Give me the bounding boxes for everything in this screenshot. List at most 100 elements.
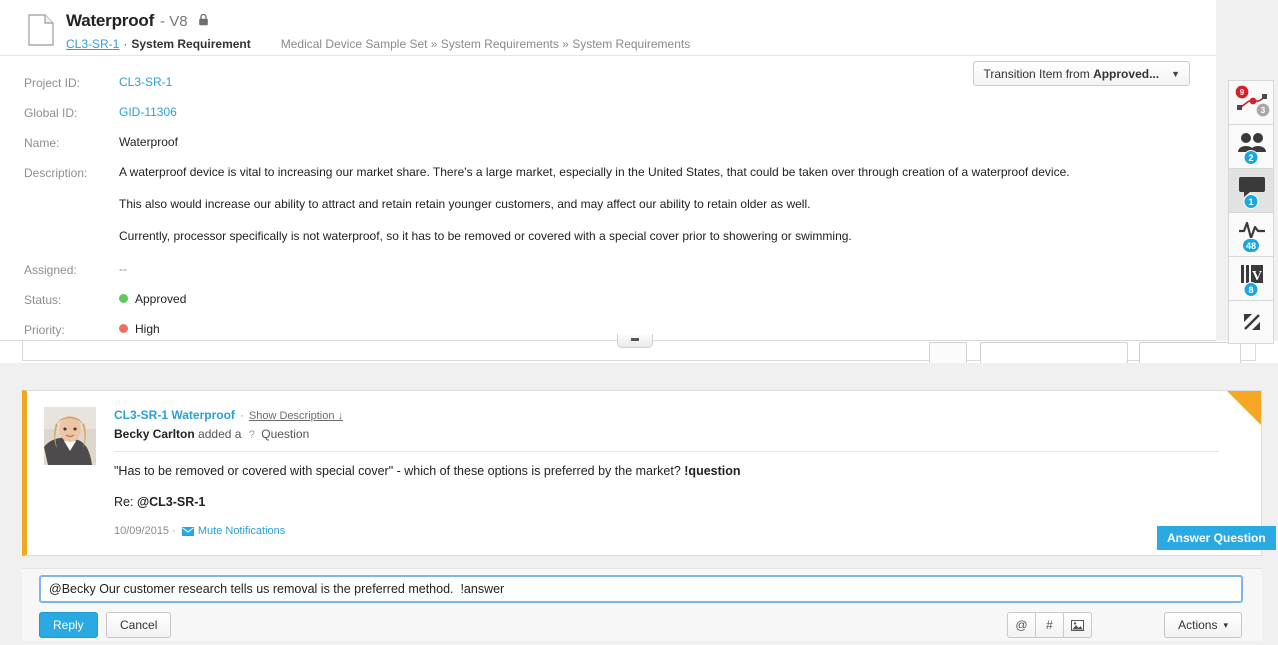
- rail-item-versions[interactable]: V 8: [1228, 256, 1274, 300]
- comment-body: CL3-SR-1 Waterproof · Show Description ↓ B…: [114, 407, 1239, 539]
- collapse-handle-bar: [631, 338, 639, 341]
- comment-re-prefix: Re:: [114, 495, 137, 509]
- image-icon[interactable]: [1063, 612, 1092, 638]
- subtitle-row: CL3-SR-1 · System Requirement Medical De…: [66, 37, 1216, 51]
- chevron-down-icon: ▾: [1223, 620, 1228, 631]
- comment-section: CL3-SR-1 Waterproof · Show Description ↓ B…: [0, 363, 1278, 645]
- field-value-status: Approved: [119, 291, 186, 308]
- comment-separator: ·: [240, 408, 244, 422]
- item-key-link[interactable]: CL3-SR-1: [66, 37, 119, 51]
- reply-input[interactable]: [39, 575, 1243, 603]
- field-row-assigned: Assigned: --: [24, 261, 1216, 278]
- transition-state: Approved...: [1093, 67, 1159, 81]
- comment-re-line: Re: @CL3-SR-1: [114, 495, 1239, 509]
- avatar: [44, 407, 96, 465]
- comment-date: 10/09/2015: [114, 525, 169, 537]
- project-id-link[interactable]: CL3-SR-1: [119, 75, 172, 89]
- priority-badge: High: [135, 322, 160, 336]
- item-type-label: System Requirement: [131, 37, 250, 51]
- field-row-status: Status: Approved: [24, 291, 1216, 308]
- mute-notifications-link[interactable]: Mute Notifications: [198, 525, 285, 537]
- comments-badge: 1: [1244, 194, 1259, 209]
- description-paragraph: This also would increase our ability to …: [119, 196, 1070, 212]
- field-value-global-id: GID-11306: [119, 104, 177, 121]
- breadcrumb[interactable]: Medical Device Sample Set » System Requi…: [281, 37, 691, 51]
- envelope-icon: [182, 527, 194, 539]
- comment-author-line: Becky Carlton added a ? Question: [114, 425, 1239, 444]
- comment-meta: 10/09/2015 · Mute Notifications: [114, 525, 1239, 539]
- field-label-assigned: Assigned:: [24, 261, 119, 278]
- activity-badge: 48: [1242, 238, 1260, 253]
- people-badge: 2: [1244, 150, 1259, 165]
- panel-collapse-handle[interactable]: [617, 334, 653, 348]
- rail-item-trace-relationships[interactable]: 9 3: [1228, 80, 1274, 124]
- actions-dropdown-button[interactable]: Actions ▾: [1164, 612, 1242, 638]
- comment-author: Becky Carlton: [114, 427, 195, 441]
- versions-badge: 8: [1244, 282, 1259, 297]
- page-title: Waterproof: [66, 11, 154, 31]
- header-text-block: Waterproof - V8 CL3-SR-1 · System Requir…: [66, 10, 1216, 51]
- item-header: Waterproof - V8 CL3-SR-1 · System Requir…: [0, 0, 1216, 56]
- document-icon: [28, 14, 54, 46]
- right-icon-rail: 9 3 2: [1228, 80, 1274, 344]
- status-badge: Approved: [135, 292, 186, 306]
- status-dot-icon: [119, 294, 128, 303]
- field-value-assigned: --: [119, 261, 127, 278]
- field-row-name: Name: Waterproof: [24, 134, 1216, 151]
- comment-text-body: "Has to be removed or covered with speci…: [114, 464, 684, 478]
- comment-kind: Question: [261, 427, 309, 441]
- comment-text-tag: !question: [684, 464, 740, 478]
- description-paragraph: A waterproof device is vital to increasi…: [119, 164, 1070, 180]
- field-row-global-id: Global ID: GID-11306: [24, 104, 1216, 121]
- field-list: Project ID: CL3-SR-1 Global ID: GID-1130…: [0, 56, 1216, 338]
- field-label-priority: Priority:: [24, 321, 119, 338]
- item-detail-panel: Waterproof - V8 CL3-SR-1 · System Requir…: [0, 0, 1216, 341]
- comment-re-target: @CL3-SR-1: [137, 495, 205, 509]
- version-label: - V8: [160, 13, 188, 30]
- comment-text: "Has to be removed or covered with speci…: [114, 463, 1239, 479]
- mention-icon[interactable]: @: [1007, 612, 1036, 638]
- comment-card: CL3-SR-1 Waterproof · Show Description ↓ B…: [22, 390, 1262, 556]
- field-label-project-id: Project ID:: [24, 74, 119, 91]
- app-root: Waterproof - V8 CL3-SR-1 · System Requir…: [0, 0, 1278, 645]
- hidden-input-1[interactable]: [980, 342, 1128, 363]
- expand-collapse-icon: [1229, 311, 1275, 335]
- comment-meta-separator: ·: [172, 525, 176, 537]
- reply-button[interactable]: Reply: [39, 612, 98, 638]
- field-value-description: A waterproof device is vital to increasi…: [119, 164, 1070, 244]
- question-mark-icon: ?: [249, 426, 255, 444]
- field-label-status: Status:: [24, 291, 119, 308]
- description-paragraph: Currently, processor specifically is not…: [119, 228, 1070, 244]
- hashtag-icon[interactable]: #: [1035, 612, 1064, 638]
- title-row: Waterproof - V8: [66, 10, 1216, 32]
- field-value-project-id: CL3-SR-1: [119, 74, 172, 91]
- show-description-link[interactable]: Show Description ↓: [249, 410, 343, 422]
- transition-item-dropdown[interactable]: Transition Item from Approved... ▼: [973, 61, 1190, 86]
- rail-item-expand-collapse[interactable]: [1228, 300, 1274, 344]
- chevron-down-icon: ▼: [1171, 69, 1180, 79]
- svg-text:9: 9: [1240, 88, 1245, 97]
- transition-prefix: Transition Item from: [983, 67, 1093, 81]
- trace-relationships-icon: 9 3: [1229, 85, 1275, 123]
- comment-header-line: CL3-SR-1 Waterproof · Show Description ↓: [114, 407, 1239, 424]
- rail-item-comments[interactable]: 1: [1228, 168, 1274, 212]
- comment-divider: [114, 451, 1219, 452]
- comment-action: added a: [198, 427, 241, 441]
- answer-question-button[interactable]: Answer Question: [1157, 526, 1276, 550]
- comment-item-link[interactable]: CL3-SR-1 Waterproof: [114, 408, 235, 422]
- hidden-button-2[interactable]: [1139, 342, 1241, 363]
- field-value-name: Waterproof: [119, 134, 178, 151]
- field-label-name: Name:: [24, 134, 119, 151]
- priority-dot-icon: [119, 324, 128, 333]
- rail-item-people[interactable]: 2: [1228, 124, 1274, 168]
- field-row-description: Description: A waterproof device is vita…: [24, 164, 1216, 244]
- transition-label: Transition Item from Approved...: [983, 67, 1159, 81]
- reply-tool-group: @ #: [1007, 612, 1092, 638]
- svg-text:3: 3: [1261, 106, 1266, 115]
- field-label-global-id: Global ID:: [24, 104, 119, 121]
- cancel-button[interactable]: Cancel: [106, 612, 171, 638]
- field-value-priority: High: [119, 321, 160, 338]
- global-id-link[interactable]: GID-11306: [119, 105, 177, 119]
- rail-item-activity[interactable]: 48: [1228, 212, 1274, 256]
- hidden-button-1[interactable]: [929, 342, 967, 363]
